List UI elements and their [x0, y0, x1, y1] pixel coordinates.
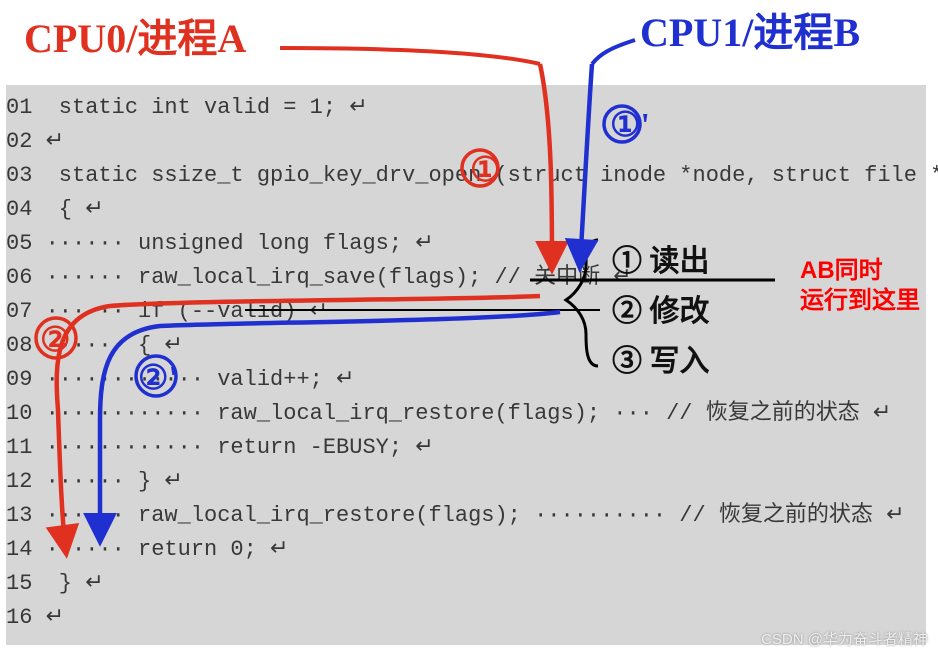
- marker-path2p: ②': [138, 358, 178, 398]
- step-write: ③ 写入: [612, 336, 710, 380]
- cpu0-connector: [280, 48, 540, 64]
- label-ab-line1: AB同时: [800, 256, 920, 286]
- code-line-03: 03 static ssize_t gpio_key_drv_open (str…: [6, 159, 926, 193]
- code-line-07: 07 ······ if (--valid) ↵: [6, 295, 926, 329]
- step-read: ① 读出: [612, 236, 710, 280]
- code-line-02: 02 ↵: [6, 125, 926, 159]
- step-modify: ② 修改: [612, 286, 710, 330]
- code-line-04: 04 { ↵: [6, 193, 926, 227]
- code-line-05: 05 ······ unsigned long flags; ↵: [6, 227, 926, 261]
- code-line-11: 11 ············ return -EBUSY; ↵: [6, 431, 926, 465]
- code-line-10: 10 ············ raw_local_irq_restore(fl…: [6, 397, 926, 431]
- label-ab-simultaneous: AB同时 运行到这里: [800, 256, 920, 316]
- label-ab-line2: 运行到这里: [800, 286, 920, 316]
- cpu1-connector: [592, 40, 635, 64]
- code-line-15: 15 } ↵: [6, 567, 926, 601]
- marker-path2: ②: [40, 320, 70, 360]
- label-cpu0: CPU0/进程A: [24, 6, 246, 64]
- code-line-14: 14 ······ return 0; ↵: [6, 533, 926, 567]
- marker-path1: ①: [470, 150, 500, 190]
- code-line-01: 01 static int valid = 1; ↵: [6, 91, 926, 125]
- stage: CPU0/进程A CPU1/进程B 01 static int valid = …: [0, 0, 938, 655]
- code-line-12: 12 ······ } ↵: [6, 465, 926, 499]
- marker-path1p: ①': [610, 105, 650, 145]
- code-line-06: 06 ······ raw_local_irq_save(flags); // …: [6, 261, 926, 295]
- code-line-13: 13 ······ raw_local_irq_restore(flags); …: [6, 499, 926, 533]
- watermark: CSDN @华为奋斗者精神: [761, 628, 928, 649]
- label-cpu1: CPU1/进程B: [640, 0, 860, 58]
